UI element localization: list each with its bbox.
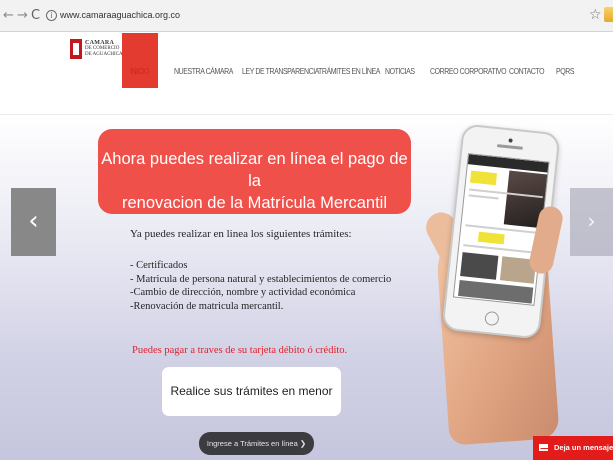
procedures-list: - Certificados - Matricula de persona na… xyxy=(130,259,400,313)
back-arrow-icon[interactable]: ← xyxy=(3,9,14,23)
cta-banner: Realice sus trámites en menor tiempo xyxy=(162,367,341,447)
address-bar[interactable]: www.camaraaguachica.org.co xyxy=(60,9,180,21)
nav-item-tramites-en-linea[interactable]: TRÁMITES EN LÍNEA xyxy=(318,66,380,76)
nav-item-correo-corporativo[interactable]: CORREO CORPORATIVO xyxy=(430,66,507,76)
payment-notice: Puedes pagar a traves de su tarjeta débi… xyxy=(132,345,348,356)
phone-illustration xyxy=(420,122,586,446)
nav-item-contacto[interactable]: CONTACTO xyxy=(509,66,545,76)
list-item: -Cambio de dirección, nombre y actividad… xyxy=(130,287,356,298)
screen-line xyxy=(468,194,499,200)
phone-camera xyxy=(508,138,513,143)
extension-icon[interactable] xyxy=(604,7,613,22)
headline-line-1: Ahora puedes realizar en línea el pago d… xyxy=(101,150,408,190)
phone-speaker xyxy=(496,144,523,150)
headline-line-2: renovacion de la Matrícula Mercantil xyxy=(121,194,388,212)
logo-mark-icon xyxy=(70,39,82,59)
list-item: - Certificados xyxy=(130,260,188,271)
slider-next-arrow-icon[interactable]: › xyxy=(570,188,613,256)
forward-arrow-icon[interactable]: → xyxy=(17,9,28,23)
star-icon[interactable]: ☆ xyxy=(589,7,602,23)
list-item: - Matricula de persona natural y estable… xyxy=(130,273,392,285)
screen-thumb xyxy=(458,279,534,304)
slider-prev-arrow-icon[interactable]: ‹ xyxy=(11,188,56,256)
logo-text: CAMARA DE COMERCIO DE AGUACHICA xyxy=(85,40,123,58)
list-item: -Renovación de matricula mercantil. xyxy=(130,300,284,312)
nav-item-ley-de-transparencia[interactable]: LEY DE TRANSPARENCIA xyxy=(242,66,319,76)
reload-icon[interactable]: C xyxy=(31,9,40,23)
screen-block xyxy=(469,170,498,186)
nav-item-inicio[interactable]: INICIO xyxy=(130,66,149,76)
leave-message-label: Deja un mensaje xyxy=(554,443,613,452)
leave-message-button[interactable]: Deja un mensaje xyxy=(533,436,613,460)
nav-item-pqrs[interactable]: PQRS xyxy=(556,66,575,76)
info-icon[interactable]: i xyxy=(46,10,57,21)
screen-block xyxy=(477,231,505,245)
hero-intro: Ya puedes realizar en linea los siguient… xyxy=(130,228,352,240)
nav-item-nuestra-camara[interactable]: NUESTRA CÁMARA xyxy=(174,66,233,76)
envelope-icon xyxy=(539,443,548,451)
hero-headline: Ahora puedes realizar en línea el pago d… xyxy=(98,129,411,214)
nav-item-noticias[interactable]: NOTICIAS xyxy=(385,66,415,76)
menu-active-highlight xyxy=(122,33,158,88)
hero-body: Ya puedes realizar en linea los siguient… xyxy=(130,228,400,313)
browser-toolbar: ← → C i www.camaraaguachica.org.co ☆ xyxy=(0,0,613,32)
online-procedures-button[interactable]: Ingrese a Trámites en línea ❯ xyxy=(199,432,314,455)
phone-home-button xyxy=(484,310,500,327)
screen-thumb xyxy=(460,252,499,280)
logo-line-3: DE AGUACHICA xyxy=(85,52,123,57)
